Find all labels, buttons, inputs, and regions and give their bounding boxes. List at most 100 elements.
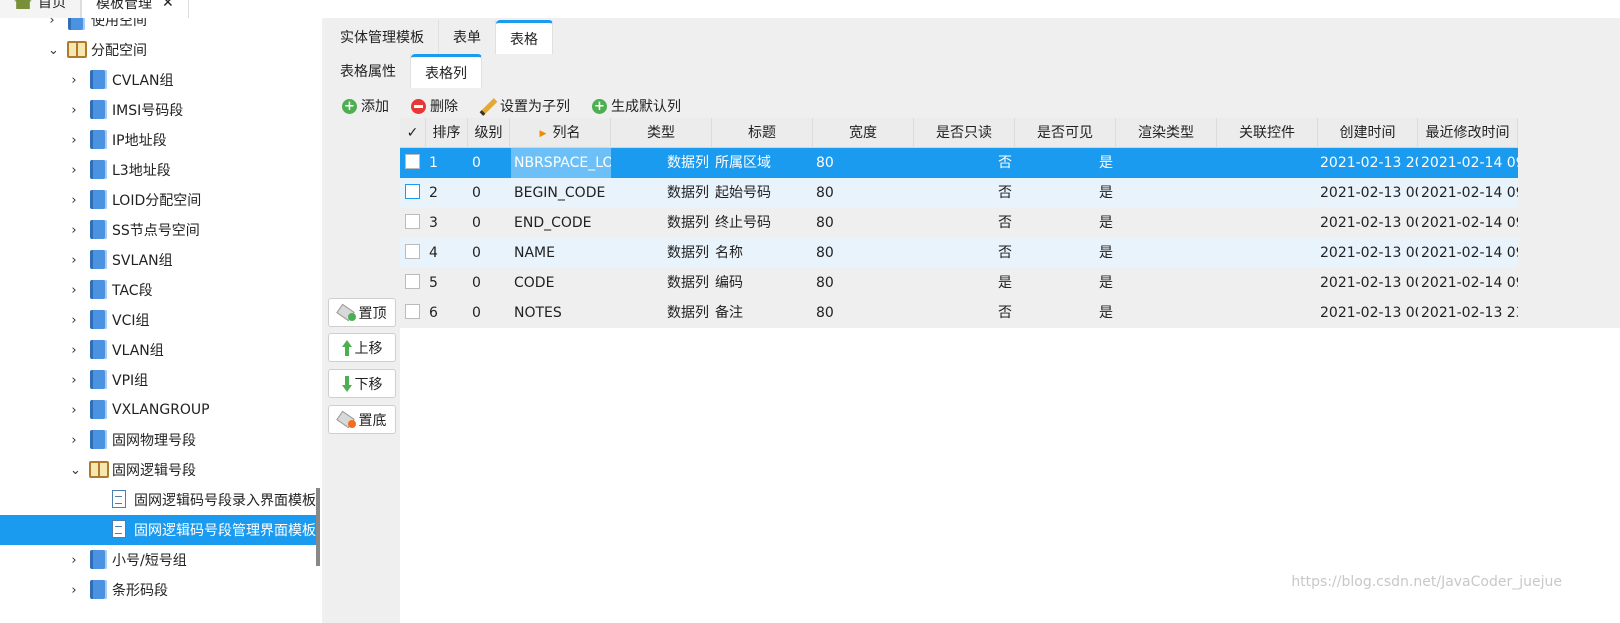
cell-order: 2 [429, 185, 438, 201]
tab-table-properties[interactable]: 表格属性 [326, 54, 411, 88]
row-checkbox[interactable] [405, 214, 420, 229]
cell-visible: 是 [1099, 215, 1113, 231]
chevron-right-icon[interactable]: › [69, 583, 79, 598]
table-row[interactable]: 3 0 END_CODE 数据列 终止号码 80 否 是 2021-02-13 … [400, 208, 1518, 238]
tab-table[interactable]: 表格 [496, 20, 553, 54]
tree-item-svlan[interactable]: › SVLAN组 [0, 245, 316, 275]
tree-item-entry-template[interactable]: 固网逻辑码号段录入界面模板 [0, 485, 316, 515]
sub-tabbar: 表格属性 表格列 [326, 54, 482, 88]
table-row[interactable]: 5 0 CODE 数据列 编码 80 是 是 2021-02-13 00: 20… [400, 268, 1518, 298]
tree-item-used-space[interactable]: › 使用空间 [0, 18, 316, 35]
column-header-sorted[interactable]: ▶ 列名 [510, 118, 611, 148]
book-icon [90, 340, 107, 359]
column-header[interactable]: 标题 [712, 118, 813, 148]
tree-item-fixed-logical[interactable]: ⌄ 固网逻辑号段 [0, 455, 316, 485]
tree-item-vxlangroup[interactable]: › VXLANGROUP [0, 395, 316, 425]
column-header[interactable]: 类型 [611, 118, 712, 148]
column-header[interactable]: 渲染类型 [1116, 118, 1217, 148]
table-row[interactable]: 6 0 NOTES 数据列 备注 80 否 是 2021-02-13 00: 2… [400, 298, 1518, 328]
chevron-right-icon[interactable]: › [69, 343, 79, 358]
tab-entity-template[interactable]: 实体管理模板 [326, 20, 439, 54]
tab-table-columns[interactable]: 表格列 [411, 54, 482, 88]
close-icon[interactable]: ✕ [162, 0, 174, 11]
tree-item-ip[interactable]: › IP地址段 [0, 125, 316, 155]
move-top-button[interactable]: 置顶 [328, 298, 396, 327]
book-icon [90, 220, 107, 239]
tree-item-cvlan[interactable]: › CVLAN组 [0, 65, 316, 95]
cell-type: 数据列 [667, 155, 709, 171]
cell-readonly: 否 [998, 185, 1012, 201]
tree-item-tac[interactable]: › TAC段 [0, 275, 316, 305]
chevron-right-icon[interactable]: › [69, 133, 79, 148]
chevron-right-icon[interactable]: › [69, 373, 79, 388]
add-button[interactable]: + 添加 [342, 96, 389, 116]
pencil-icon [480, 98, 496, 114]
tree-item-imsi[interactable]: › IMSI号码段 [0, 95, 316, 125]
chevron-right-icon[interactable]: › [69, 433, 79, 448]
tag-bottom-icon [338, 412, 356, 428]
chevron-right-icon[interactable]: › [69, 103, 79, 118]
column-header[interactable]: 最近修改时间 [1418, 118, 1518, 148]
tree-item-l3[interactable]: › L3地址段 [0, 155, 316, 185]
tree-item-loid[interactable]: › LOID分配空间 [0, 185, 316, 215]
tree-item-vpi[interactable]: › VPI组 [0, 365, 316, 395]
column-header[interactable]: 创建时间 [1318, 118, 1418, 148]
tab-home[interactable]: 首页 [0, 0, 81, 18]
cell-visible: 是 [1099, 155, 1113, 171]
tab-form[interactable]: 表单 [439, 20, 496, 54]
document-icon [112, 490, 126, 508]
column-header[interactable]: 关联控件 [1217, 118, 1318, 148]
move-down-button[interactable]: 下移 [328, 369, 396, 398]
tree-item-management-template[interactable]: 固网逻辑码号段管理界面模板 [0, 515, 316, 545]
column-header[interactable]: 是否只读 [914, 118, 1015, 148]
document-icon [112, 520, 126, 538]
chevron-right-icon[interactable]: › [69, 193, 79, 208]
delete-button[interactable]: 删除 [411, 96, 458, 116]
move-up-button[interactable]: 上移 [328, 333, 396, 362]
table-row[interactable]: 1 0 NBRSPACE_LOC 数据列 所属区域 80 否 是 2021-02… [400, 148, 1518, 178]
column-header[interactable]: 宽度 [813, 118, 914, 148]
tree-item-barcode[interactable]: › 条形码段 [0, 575, 316, 605]
cell-name[interactable]: NBRSPACE_LOC [511, 148, 611, 178]
tree-item-fixed-physical[interactable]: › 固网物理号段 [0, 425, 316, 455]
tree-item-vci[interactable]: › VCI组 [0, 305, 316, 335]
cell-visible: 是 [1099, 275, 1113, 291]
cell-modified: 2021-02-14 09: [1421, 215, 1518, 231]
chevron-right-icon[interactable]: › [69, 403, 79, 418]
move-bottom-button[interactable]: 置底 [328, 405, 396, 434]
chevron-right-icon[interactable]: › [69, 553, 79, 568]
chevron-right-icon[interactable]: › [47, 18, 57, 28]
cell-created: 2021-02-13 00: [1320, 215, 1418, 231]
row-checkbox[interactable] [405, 184, 420, 199]
chevron-down-icon[interactable]: ⌄ [70, 463, 81, 478]
column-header[interactable]: 是否可见 [1015, 118, 1116, 148]
cell-level: 0 [472, 185, 481, 201]
row-checkbox[interactable] [405, 304, 420, 319]
book-icon [90, 580, 107, 599]
generate-default-columns-button[interactable]: + 生成默认列 [592, 96, 681, 116]
row-checkbox[interactable] [405, 154, 420, 169]
column-header[interactable]: 排序 [426, 118, 468, 148]
chevron-right-icon[interactable]: › [69, 313, 79, 328]
chevron-right-icon[interactable]: › [69, 223, 79, 238]
table-row[interactable]: 4 0 NAME 数据列 名称 80 否 是 2021-02-13 00: 20… [400, 238, 1518, 268]
tree-item-vlan[interactable]: › VLAN组 [0, 335, 316, 365]
chevron-right-icon[interactable]: › [69, 253, 79, 268]
tree-item-short-number[interactable]: › 小号/短号组 [0, 545, 316, 575]
chevron-right-icon[interactable]: › [69, 163, 79, 178]
cell-type: 数据列 [667, 245, 709, 261]
chevron-right-icon[interactable]: › [69, 283, 79, 298]
table-row[interactable]: 2 0 BEGIN_CODE 数据列 起始号码 80 否 是 2021-02-1… [400, 178, 1518, 208]
select-all-checkbox[interactable]: ✓ [400, 118, 426, 148]
cell-order: 5 [429, 275, 438, 291]
tree-item-allocated-space[interactable]: ⌄ 分配空间 [0, 35, 316, 65]
row-checkbox[interactable] [405, 244, 420, 259]
tree-item-ss-node[interactable]: › SS节点号空间 [0, 215, 316, 245]
chevron-down-icon[interactable]: ⌄ [48, 43, 59, 58]
column-header[interactable]: 级别 [468, 118, 510, 148]
set-child-column-button[interactable]: 设置为子列 [480, 96, 570, 116]
chevron-right-icon[interactable]: › [69, 73, 79, 88]
row-checkbox[interactable] [405, 274, 420, 289]
tree-scrollbar[interactable] [316, 488, 320, 566]
tab-template-management[interactable]: 模板管理 ✕ [81, 0, 189, 18]
